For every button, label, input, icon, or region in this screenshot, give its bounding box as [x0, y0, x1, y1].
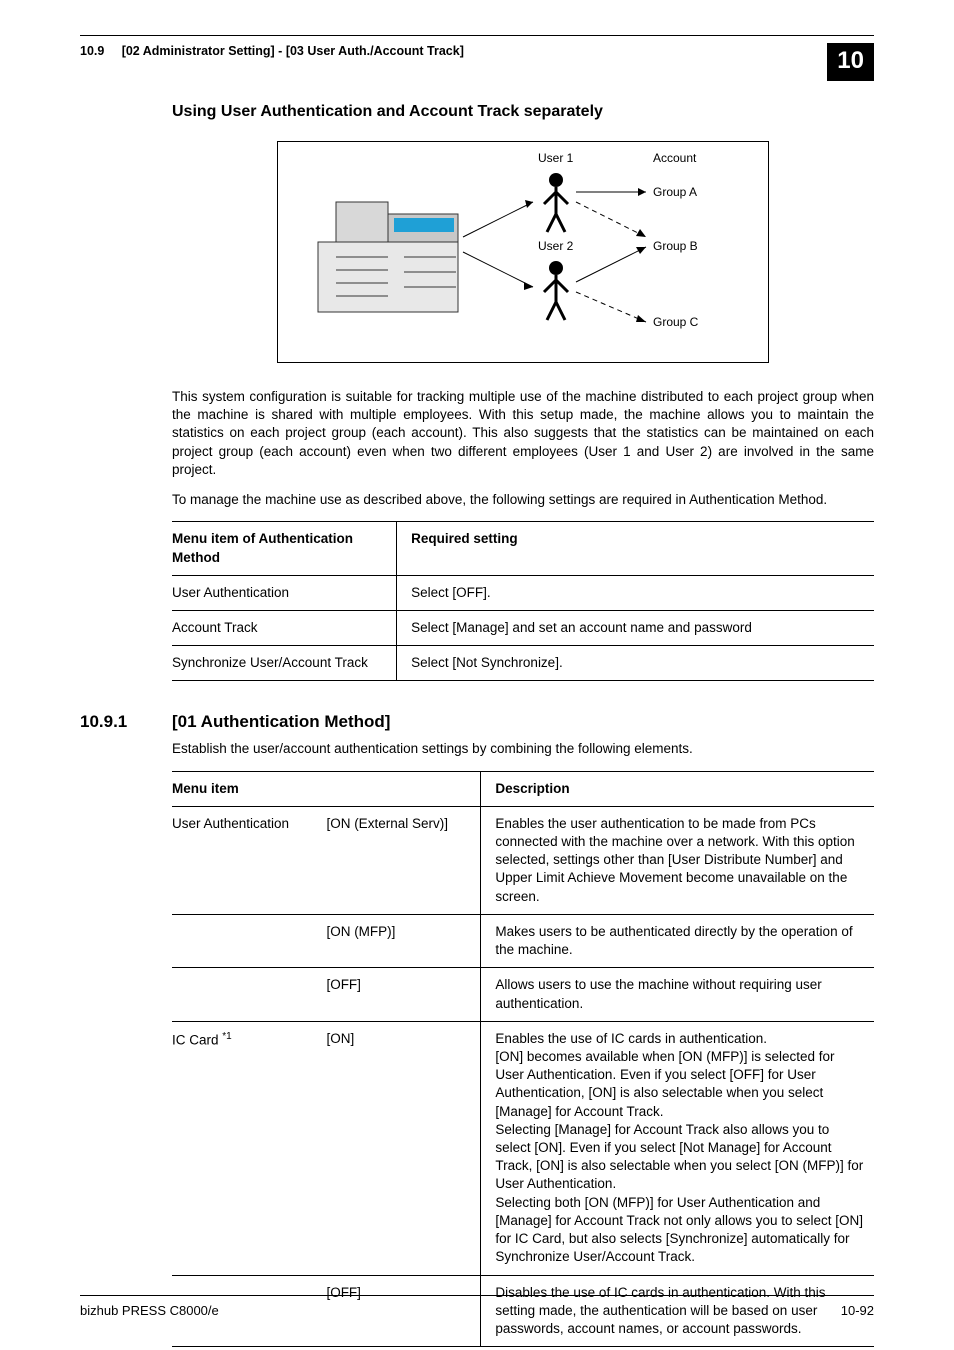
- ic-card-label: IC Card: [172, 1032, 222, 1047]
- table-row: Account Track Select [Manage] and set an…: [172, 610, 874, 645]
- rule-top: [80, 35, 874, 36]
- table-row: [ON (MFP)] Makes users to be authenticat…: [172, 914, 874, 967]
- t2-opt: [ON (MFP)]: [326, 914, 480, 967]
- section-title: [01 Authentication Method]: [172, 711, 390, 734]
- paragraph: To manage the machine use as described a…: [172, 491, 874, 509]
- footer-page: 10-92: [841, 1302, 874, 1320]
- section-heading: 10.9.1 [01 Authentication Method]: [80, 711, 874, 734]
- table-row: Synchronize User/Account Track Select [N…: [172, 646, 874, 681]
- t1-header-menu: Menu item of Authentication Method: [172, 522, 397, 575]
- t2-opt: [OFF]: [326, 968, 480, 1021]
- diagram-container: User 1 User 2 Account Group A Group B Gr…: [172, 141, 874, 363]
- diagram-label-groupA: Group A: [653, 184, 697, 200]
- chapter-number-block: 10: [827, 43, 874, 81]
- diagram-label-user2: User 2: [538, 238, 573, 254]
- diagram-label-groupC: Group C: [653, 314, 698, 330]
- t2-menu-empty: [172, 914, 326, 967]
- t1-cell: Synchronize User/Account Track: [172, 646, 397, 681]
- ic-card-sup: *1: [222, 1031, 231, 1042]
- table-row: [OFF] Allows users to use the machine wi…: [172, 968, 874, 1021]
- diagram-label-groupB: Group B: [653, 238, 698, 254]
- t2-desc: Makes users to be authenticated directly…: [481, 914, 874, 967]
- footer-model: bizhub PRESS C8000/e: [80, 1302, 219, 1320]
- table-row: User Authentication Select [OFF].: [172, 575, 874, 610]
- t1-cell: Select [Not Synchronize].: [397, 646, 874, 681]
- t2-desc: Allows users to use the machine without …: [481, 968, 874, 1021]
- t1-cell: Select [Manage] and set an account name …: [397, 610, 874, 645]
- t2-header-menu: Menu item: [172, 771, 481, 806]
- table-row: User Authentication [ON (External Serv)]…: [172, 806, 874, 914]
- page-header: 10.9 [02 Administrator Setting] - [03 Us…: [80, 43, 874, 81]
- menu-item-table: Menu item Description User Authenticatio…: [172, 771, 874, 1348]
- t2-menu: User Authentication: [172, 806, 326, 914]
- t2-desc: Enables the use of IC cards in authentic…: [481, 1021, 874, 1275]
- t2-opt: [ON]: [326, 1021, 480, 1275]
- subheading: Using User Authentication and Account Tr…: [172, 101, 874, 123]
- diagram-label-user1: User 1: [538, 150, 573, 166]
- page-footer: bizhub PRESS C8000/e 10-92: [80, 1295, 874, 1320]
- section-number: 10.9.1: [80, 711, 172, 734]
- t1-header-req: Required setting: [397, 522, 874, 575]
- running-head: 10.9 [02 Administrator Setting] - [03 Us…: [80, 43, 464, 60]
- t1-cell: Select [OFF].: [397, 575, 874, 610]
- t2-menu-empty: [172, 968, 326, 1021]
- t1-cell: Account Track: [172, 610, 397, 645]
- table-row: IC Card *1 [ON] Enables the use of IC ca…: [172, 1021, 874, 1275]
- t2-header-desc: Description: [481, 771, 874, 806]
- page: 10.9 [02 Administrator Setting] - [03 Us…: [0, 0, 954, 1350]
- diagram-box: User 1 User 2 Account Group A Group B Gr…: [277, 141, 769, 363]
- t2-desc: Enables the user authentication to be ma…: [481, 806, 874, 914]
- t1-cell: User Authentication: [172, 575, 397, 610]
- t2-menu: IC Card *1: [172, 1021, 326, 1275]
- paragraph: This system configuration is suitable fo…: [172, 388, 874, 479]
- auth-method-table: Menu item of Authentication Method Requi…: [172, 521, 874, 681]
- paragraph: Establish the user/account authenticatio…: [172, 740, 874, 758]
- t2-opt: [ON (External Serv)]: [326, 806, 480, 914]
- diagram-label-account: Account: [653, 150, 696, 166]
